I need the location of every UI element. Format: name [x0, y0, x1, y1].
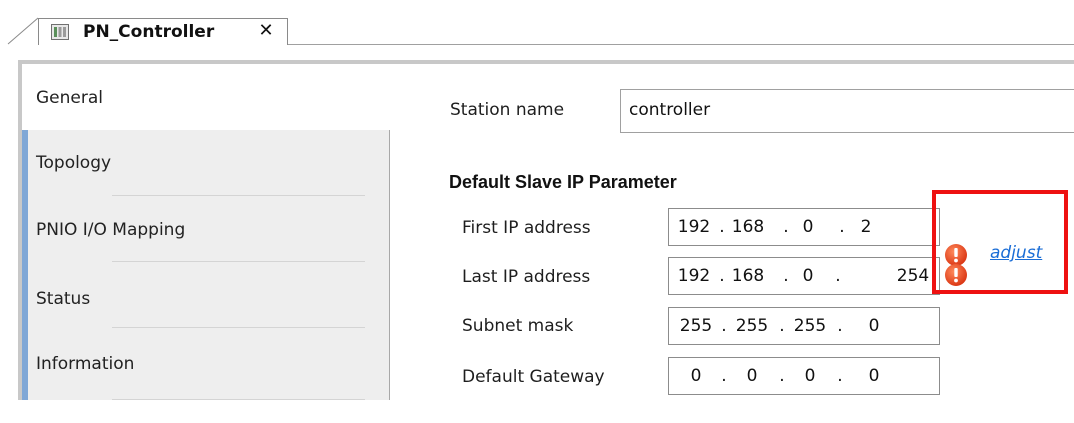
side-tab-general[interactable]: General	[22, 64, 392, 130]
ip-separator: .	[837, 366, 843, 386]
side-tab-label: Information	[36, 354, 135, 374]
side-tab-accent	[22, 196, 28, 262]
ip-octet: 168	[731, 217, 765, 237]
subnet-mask-label: Subnet mask	[462, 316, 574, 336]
ip-separator: .	[779, 366, 785, 386]
first-ip-label: First IP address	[462, 218, 591, 238]
ip-separator: .	[835, 266, 841, 286]
ip-octet: 254	[896, 266, 930, 286]
error-highlight-box	[932, 190, 1068, 294]
ip-octet: 0	[868, 366, 880, 386]
ip-octet: 2	[860, 217, 872, 237]
tab-pn-controller[interactable]: PN_Controller ✕	[38, 18, 288, 45]
ip-octet: 255	[735, 316, 769, 336]
side-tab-topology[interactable]: Topology	[22, 130, 390, 196]
ip-octet: 0	[868, 316, 880, 336]
side-tab-accent	[22, 262, 28, 328]
ip-separator: .	[779, 316, 785, 336]
side-tab-label: Topology	[36, 153, 112, 173]
ip-separator: .	[721, 316, 727, 336]
side-tab-accent	[22, 130, 28, 196]
editor-side-tabs: General Topology PNIO I/O Mapping Status…	[22, 64, 392, 400]
default-gateway-input[interactable]: 0 . 0 . 0 . 0	[668, 357, 940, 395]
side-tab-accent	[22, 328, 28, 400]
subnet-mask-input[interactable]: 255 . 255 . 255 . 0	[668, 307, 940, 345]
section-title: Default Slave IP Parameter	[449, 172, 677, 192]
side-tab-label: PNIO I/O Mapping	[36, 220, 186, 240]
station-name-input[interactable]: controller	[620, 89, 1074, 133]
station-name-label: Station name	[450, 100, 565, 120]
last-ip-input[interactable]: 192 . 168 . 0 . 254	[668, 257, 940, 295]
ip-octet: 168	[731, 266, 765, 286]
device-icon	[51, 24, 69, 40]
ip-octet: 0	[746, 366, 758, 386]
ip-separator: .	[719, 266, 725, 286]
ip-octet: 0	[804, 366, 816, 386]
tab-title: PN_Controller	[83, 22, 215, 42]
ip-octet: 0	[802, 266, 814, 286]
ip-separator: .	[721, 366, 727, 386]
first-ip-input[interactable]: 192 . 168 . 0 . 2	[668, 208, 940, 246]
ip-octet: 255	[793, 316, 827, 336]
side-tab-status[interactable]: Status	[22, 262, 390, 328]
side-tab-label: General	[36, 88, 103, 108]
last-ip-label: Last IP address	[462, 267, 591, 287]
tab-strip-baseline	[288, 44, 1074, 45]
default-gateway-label: Default Gateway	[462, 367, 605, 387]
ip-octet: 0	[802, 217, 814, 237]
side-tab-separator	[112, 399, 365, 400]
side-tab-label: Status	[36, 289, 91, 309]
side-tab-pnio-io-mapping[interactable]: PNIO I/O Mapping	[22, 196, 390, 262]
side-tab-information[interactable]: Information	[22, 328, 390, 400]
ip-separator: .	[719, 217, 725, 237]
ip-separator: .	[837, 316, 843, 336]
document-tab-strip: PN_Controller ✕	[0, 0, 1074, 46]
ip-octet: 192	[677, 217, 711, 237]
ip-octet: 192	[677, 266, 711, 286]
ip-octet: 0	[690, 366, 702, 386]
close-icon[interactable]: ✕	[255, 20, 277, 41]
ip-octet: 255	[679, 316, 713, 336]
